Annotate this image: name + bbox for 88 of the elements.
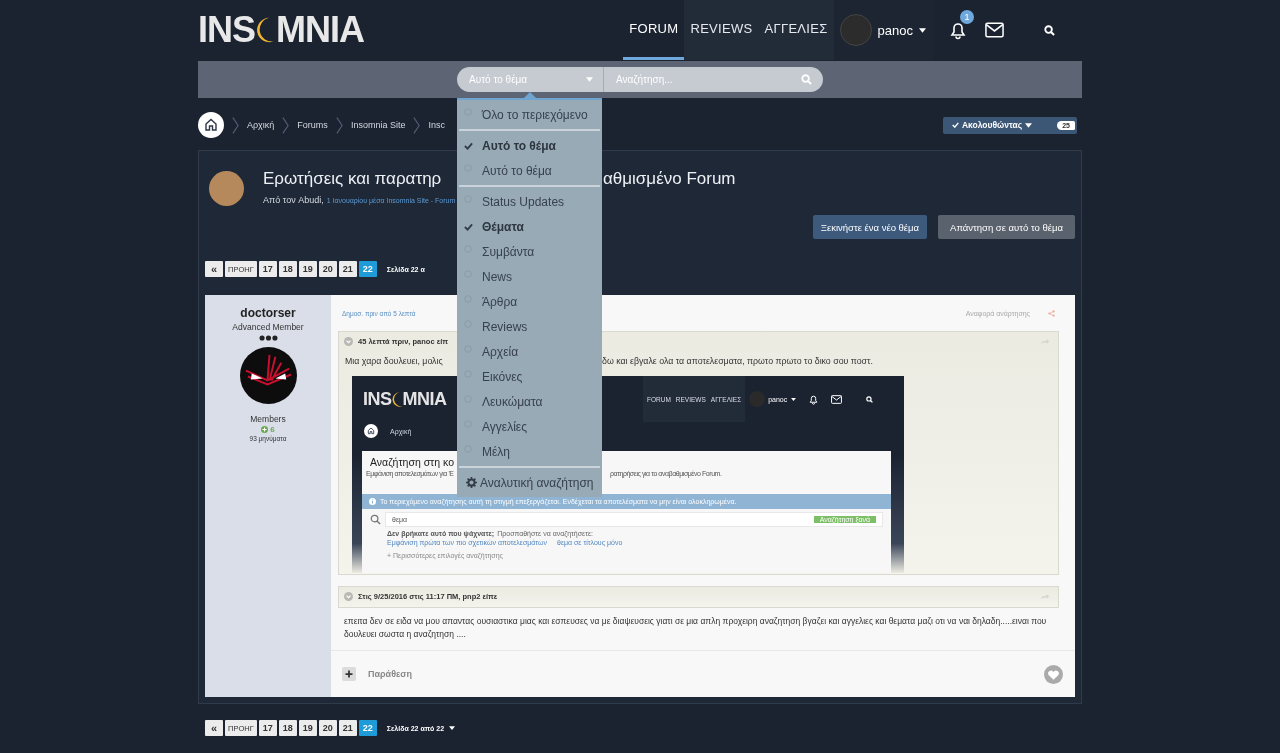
- check-icon: [951, 122, 959, 128]
- menu-item[interactable]: Αγγελίες: [457, 414, 602, 439]
- post-text: επειτα δεν σε ειδα να μου απαντας ουσιαστικα μιας και εσπευσες να με διαψευσεις γιατι σε μια απλη προχειρη αναζητηση βγαζει και αγγελιες και θεματα μαζι οτι να ναι δηλαδη.....ειναι που δουλευει σωστα η αναζητηση ....: [343, 615, 1048, 641]
- search-icon: [866, 395, 874, 403]
- plus-icon: [261, 426, 269, 433]
- author-rank: Advanced Member: [232, 322, 304, 332]
- menu-item[interactable]: Εικόνες: [457, 364, 602, 389]
- nav-tab[interactable]: REVIEWS: [684, 0, 759, 60]
- page-button[interactable]: 18: [278, 261, 297, 277]
- page-button[interactable]: 19: [298, 261, 317, 277]
- search-icon[interactable]: [1044, 24, 1055, 36]
- home-icon: [364, 424, 378, 438]
- author-text: Από τον Abudi,: [263, 195, 324, 205]
- quote-text: Μια χαρα δουλευει, μολις: [345, 356, 444, 366]
- caret-icon: [449, 726, 456, 730]
- logo-text: INS: [363, 388, 392, 410]
- caret-icon: [586, 77, 593, 82]
- page-button[interactable]: 17: [258, 720, 277, 736]
- topic-action-button[interactable]: Ξεκινήστε ένα νέο θέμα: [812, 215, 928, 239]
- share-icon[interactable]: [1048, 309, 1055, 317]
- bell-icon: [808, 393, 820, 405]
- menu-item[interactable]: News: [457, 264, 602, 289]
- chevron-icon: [282, 115, 290, 135]
- topic-title: Ερωτήσεις και παρατηρ: [263, 169, 443, 189]
- avatar-placeholder: [209, 171, 244, 206]
- topic-title: αθμισμένο Forum: [603, 169, 736, 189]
- reputation-count: 6: [270, 425, 275, 434]
- menu-item[interactable]: Όλο το περιεχόμενο: [457, 102, 602, 127]
- caret-icon: [791, 397, 797, 401]
- notification-badge: 1: [960, 10, 974, 24]
- nav-tab[interactable]: ΑΓΓΕΛΙΕΣ: [758, 0, 834, 60]
- breadcrumb-link[interactable]: Forums: [297, 120, 328, 130]
- avatar-placeholder: [839, 14, 872, 46]
- collapse-icon[interactable]: [344, 337, 353, 346]
- logo-text[interactable]: MNIA: [276, 9, 364, 51]
- menu-item[interactable]: Reviews: [457, 314, 602, 339]
- page-button[interactable]: 20: [318, 720, 337, 736]
- caret-icon: [1025, 122, 1033, 128]
- menu-item[interactable]: Άρθρα: [457, 289, 602, 314]
- home-icon[interactable]: [198, 112, 224, 138]
- bell-icon[interactable]: [948, 20, 968, 40]
- page-button[interactable]: 20: [318, 261, 337, 277]
- topic-action-button[interactable]: Απάντηση σε αυτό το θέμα: [938, 215, 1075, 239]
- breadcrumb-link[interactable]: Insomnia Site: [350, 120, 406, 130]
- menu-item[interactable]: Λευκώματα: [457, 389, 602, 414]
- logo-text: MNIA: [402, 388, 447, 410]
- reply-arrow-icon[interactable]: [1040, 337, 1050, 346]
- menu-item[interactable]: Θέματα: [457, 214, 602, 239]
- moon-icon: [256, 16, 275, 44]
- rank-pips-icon: [258, 335, 278, 341]
- plus-button-icon[interactable]: [342, 667, 356, 681]
- collapse-icon[interactable]: [344, 592, 353, 601]
- search-field[interactable]: Αναζήτηση...: [603, 67, 823, 92]
- chevron-icon: [232, 115, 239, 135]
- page-button[interactable]: 18: [278, 720, 297, 736]
- check-icon: [464, 141, 473, 150]
- member-group: Members: [250, 414, 286, 424]
- ninja-avatar-drawing: [239, 347, 297, 404]
- search-icon: [370, 514, 381, 525]
- reply-arrow-icon[interactable]: [1040, 592, 1050, 601]
- first-page-button[interactable]: «: [205, 720, 223, 736]
- breadcrumb-link[interactable]: Αρχική: [247, 120, 275, 130]
- author-name[interactable]: doctorser: [240, 306, 296, 320]
- info-icon: [369, 498, 376, 505]
- moon-icon: [391, 390, 403, 408]
- breadcrumb-link[interactable]: Insc: [428, 120, 445, 130]
- mail-icon: [831, 394, 843, 404]
- advanced-search-link[interactable]: Αναλυτική αναζήτηση: [457, 470, 602, 495]
- first-page-button[interactable]: «: [205, 261, 223, 277]
- menu-item[interactable]: Αυτό το θέμα: [457, 133, 602, 158]
- menu-item[interactable]: Status Updates: [457, 189, 602, 214]
- page-button[interactable]: 17: [258, 261, 277, 277]
- page-button[interactable]: 19: [298, 720, 317, 736]
- page-button[interactable]: 21: [338, 261, 357, 277]
- quote-text: δω και εβγαλε ολα τα αποτελεσματα, πρωτο πρωτο το δικο σου ποστ.: [602, 356, 873, 366]
- logo-text[interactable]: INS: [198, 9, 255, 51]
- caret-icon: [919, 27, 926, 33]
- page-button[interactable]: 21: [338, 720, 357, 736]
- chevron-icon: [413, 115, 421, 135]
- check-icon: [464, 222, 473, 231]
- chevron-icon: [335, 115, 343, 135]
- menu-item[interactable]: Μέλη: [457, 439, 602, 464]
- gear-icon: [466, 477, 477, 488]
- menu-item[interactable]: Αρχεία: [457, 339, 602, 364]
- page-heading: Αναζήτηση στη κο: [369, 456, 455, 468]
- menu-item[interactable]: Αυτό το θέμα: [457, 158, 602, 183]
- mail-icon[interactable]: [985, 22, 1004, 38]
- menu-item[interactable]: Συμβάντα: [457, 239, 602, 264]
